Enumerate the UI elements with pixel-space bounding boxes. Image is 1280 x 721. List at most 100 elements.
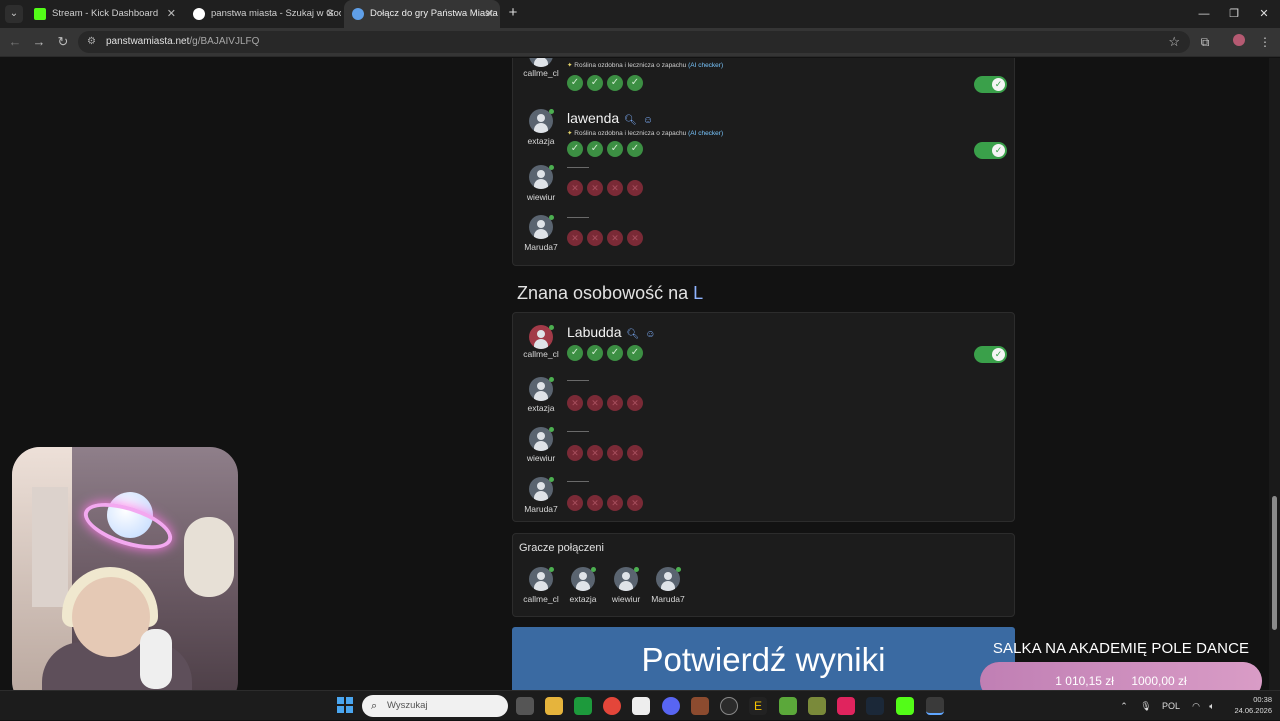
wifi-icon[interactable]: ◠ xyxy=(1188,691,1204,721)
tab-title: Stream - Kick Dashboard xyxy=(52,8,159,19)
back-button[interactable]: ← xyxy=(6,33,24,51)
online-indicator xyxy=(591,567,596,572)
vote-accept-icon[interactable]: ✓ xyxy=(587,75,603,91)
restore-button[interactable]: ❐ xyxy=(1218,0,1250,28)
profile-avatar[interactable] xyxy=(1230,33,1248,51)
vote-reject-icon[interactable]: ✕ xyxy=(587,395,603,411)
tab-google-search[interactable]: panstwa miasta - Szukaj w Goo ✕ xyxy=(185,0,341,28)
browser-menu-icon[interactable]: ⋮ xyxy=(1256,33,1274,51)
epic-games-icon[interactable]: E xyxy=(749,697,767,715)
tab-kick-dashboard[interactable]: Stream - Kick Dashboard ✕ xyxy=(26,0,182,28)
vote-reject-icon[interactable]: ✕ xyxy=(627,395,643,411)
reload-button[interactable]: ↻ xyxy=(54,33,72,51)
webcam-overlay xyxy=(12,447,238,709)
vote-accept-icon[interactable]: ✓ xyxy=(587,345,603,361)
search-icon[interactable]: 🔍︎ xyxy=(624,115,643,126)
vote-reject-icon[interactable]: ✕ xyxy=(567,395,583,411)
vote-reject-icon[interactable]: ✕ xyxy=(607,180,623,196)
discord-icon[interactable] xyxy=(662,697,680,715)
ai-check-icon[interactable]: ☺ xyxy=(643,115,659,126)
kick-app-icon[interactable] xyxy=(896,697,914,715)
vote-reject-icon[interactable]: ✕ xyxy=(627,180,643,196)
vote-reject-icon[interactable]: ✕ xyxy=(607,230,623,246)
accept-toggle[interactable] xyxy=(974,346,1007,363)
vote-accept-icon[interactable]: ✓ xyxy=(607,141,623,157)
obs-icon[interactable] xyxy=(720,697,738,715)
close-window-button[interactable]: ✕ xyxy=(1248,0,1280,28)
vote-reject-icon[interactable]: ✕ xyxy=(627,495,643,511)
tray-overflow-icon[interactable]: ⌃ xyxy=(1116,691,1132,721)
game-launcher-icon[interactable] xyxy=(808,697,826,715)
tab-title: panstwa miasta - Szukaj w Goo xyxy=(211,8,341,19)
accept-toggle[interactable] xyxy=(974,142,1007,159)
page-scrollbar[interactable] xyxy=(1269,58,1280,690)
vote-reject-icon[interactable]: ✕ xyxy=(627,230,643,246)
vote-accept-icon[interactable]: ✓ xyxy=(627,75,643,91)
close-tab-icon[interactable]: ✕ xyxy=(167,0,176,28)
volume-icon[interactable]: 🔈︎ xyxy=(1204,691,1220,721)
vote-accept-icon[interactable]: ✓ xyxy=(567,75,583,91)
scrollbar-thumb[interactable] xyxy=(1272,496,1277,630)
vote-accept-icon[interactable]: ✓ xyxy=(627,141,643,157)
vote-reject-icon[interactable]: ✕ xyxy=(567,495,583,511)
player-name: callme_cl xyxy=(523,68,559,78)
vote-reject-icon[interactable]: ✕ xyxy=(567,230,583,246)
vote-accept-icon[interactable]: ✓ xyxy=(567,345,583,361)
taskbar-clock[interactable]: 00:38 24.06.2026 xyxy=(1224,694,1272,716)
windows-taskbar: ⌕ Wyszukaj E ⌃ 🎙︎ POL ◠ 🔈︎ 00:38 24.06.2… xyxy=(0,690,1280,720)
bookmark-star-icon[interactable]: ☆ xyxy=(1168,31,1180,53)
tab-search-button[interactable]: ⌄ xyxy=(5,5,23,23)
search-icon[interactable]: 🔍︎ xyxy=(627,329,646,340)
address-bar[interactable]: ⚙ panstwamiasta.net/g/BAJAIVJLFQ ☆ xyxy=(78,31,1190,53)
accept-toggle[interactable] xyxy=(974,76,1007,93)
category-results-card: callme_cl ✦ Roślina ozdobna i lecznicza … xyxy=(512,58,1015,266)
task-view-icon[interactable] xyxy=(516,697,534,715)
vote-reject-icon[interactable]: ✕ xyxy=(587,445,603,461)
online-indicator xyxy=(549,377,554,382)
microphone-icon[interactable]: 🎙︎ xyxy=(1138,691,1154,721)
close-tab-icon[interactable]: ✕ xyxy=(485,0,494,28)
vote-icons: ✕ ✕ ✕ ✕ xyxy=(567,445,647,461)
new-tab-button[interactable]: + xyxy=(504,4,522,22)
vote-reject-icon[interactable]: ✕ xyxy=(567,180,583,196)
vote-reject-icon[interactable]: ✕ xyxy=(627,445,643,461)
close-tab-icon[interactable]: ✕ xyxy=(326,0,335,28)
player-name: Maruda7 xyxy=(651,594,685,604)
tab-panstwa-miasta-game[interactable]: Dołącz do gry Państwa Miasta ✕ xyxy=(344,0,500,28)
vote-accept-icon[interactable]: ✓ xyxy=(607,75,623,91)
xbox-icon[interactable] xyxy=(574,697,592,715)
chrome-icon[interactable] xyxy=(603,697,621,715)
language-indicator[interactable]: POL xyxy=(1158,691,1184,721)
minimize-button[interactable]: — xyxy=(1188,0,1220,28)
vote-reject-icon[interactable]: ✕ xyxy=(587,495,603,511)
vote-accept-icon[interactable]: ✓ xyxy=(587,141,603,157)
minecraft-icon[interactable] xyxy=(779,697,797,715)
vote-reject-icon[interactable]: ✕ xyxy=(607,395,623,411)
taskbar-search[interactable]: ⌕ Wyszukaj xyxy=(362,695,508,717)
steam-icon[interactable] xyxy=(866,697,884,715)
game-app-icon[interactable] xyxy=(691,697,709,715)
vote-reject-icon[interactable]: ✕ xyxy=(607,495,623,511)
ai-check-icon[interactable]: ☺ xyxy=(645,329,661,340)
vote-icons: ✓ ✓ ✓ ✓ xyxy=(567,75,647,91)
windows-start-icon[interactable] xyxy=(337,697,353,713)
vote-reject-icon[interactable]: ✕ xyxy=(567,445,583,461)
browser-app-icon[interactable] xyxy=(926,697,944,715)
avatar xyxy=(529,58,553,67)
goal-target: 1000,00 zł xyxy=(1131,674,1187,688)
site-info-icon[interactable]: ⚙ xyxy=(87,36,99,48)
extensions-icon[interactable]: ⧉ xyxy=(1196,33,1214,51)
confirm-results-button[interactable]: Potwierdź wyniki xyxy=(512,627,1015,690)
vote-accept-icon[interactable]: ✓ xyxy=(627,345,643,361)
vote-accept-icon[interactable]: ✓ xyxy=(567,141,583,157)
store-icon[interactable] xyxy=(632,697,650,715)
vote-reject-icon[interactable]: ✕ xyxy=(607,445,623,461)
forward-button[interactable]: → xyxy=(30,33,48,51)
vote-reject-icon[interactable]: ✕ xyxy=(587,180,603,196)
tiktok-icon[interactable] xyxy=(837,697,855,715)
category-results-card: callme_cl Labudda🔍︎☺ ✓✓✓✓ extazja ✕✕✕✕ w… xyxy=(512,312,1015,522)
vote-accept-icon[interactable]: ✓ xyxy=(607,345,623,361)
online-indicator xyxy=(549,477,554,482)
file-explorer-icon[interactable] xyxy=(545,697,563,715)
vote-reject-icon[interactable]: ✕ xyxy=(587,230,603,246)
